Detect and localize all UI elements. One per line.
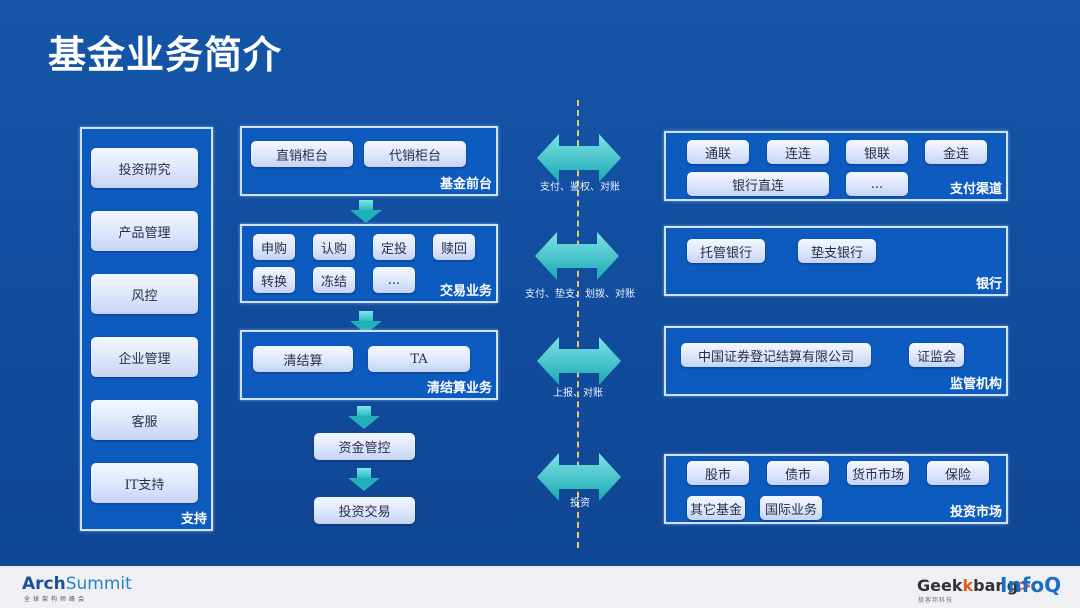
- payment-channel-item[interactable]: 银联: [846, 140, 908, 164]
- support-item[interactable]: 企业管理: [91, 337, 198, 377]
- logo-text: Summit: [65, 574, 132, 594]
- banks-label: 银行: [975, 277, 1002, 292]
- trading-item[interactable]: 认购: [313, 234, 355, 260]
- trading-item[interactable]: 赎回: [433, 234, 475, 260]
- regulators-label: 监管机构: [949, 377, 1002, 392]
- clearing-item[interactable]: TA: [368, 346, 470, 372]
- bidirectional-arrow-icon: [537, 134, 621, 182]
- market-item[interactable]: 股市: [687, 461, 749, 485]
- banks-panel: 托管银行 垫支银行 银行: [664, 226, 1008, 296]
- investment-market-label: 投资市场: [949, 505, 1002, 520]
- payment-channel-item[interactable]: 银行直连: [687, 172, 829, 196]
- slide: 基金业务简介 投资研究 产品管理 风控 企业管理 客服 IT支持 支持 直销柜台…: [0, 0, 1080, 566]
- support-item[interactable]: 风控: [91, 274, 198, 314]
- logo-text: Arch: [22, 574, 66, 594]
- payment-channel-item[interactable]: 金连: [925, 140, 987, 164]
- trading-item[interactable]: 申购: [253, 234, 295, 260]
- down-arrow-icon: [348, 468, 380, 492]
- regulators-panel: 中国证券登记结算有限公司 证监会 监管机构: [664, 326, 1008, 396]
- connection-label: 支付、垫支、划拨、对账: [525, 289, 635, 300]
- bidirectional-arrow-icon: [535, 232, 619, 280]
- connection-label: 支付、鉴权、对账: [540, 182, 620, 193]
- connection-label: 上报、对账: [553, 388, 603, 399]
- front-office-panel: 直销柜台 代销柜台 基金前台: [240, 126, 498, 196]
- down-arrow-icon: [348, 406, 380, 430]
- regulator-item[interactable]: 中国证券登记结算有限公司: [681, 343, 871, 367]
- payment-channels-panel: 通联 连连 银联 金连 银行直连 ... 支付渠道: [664, 131, 1008, 201]
- clearing-item[interactable]: 清结算: [253, 346, 353, 372]
- geekbang-subtitle: 极客邦科技: [918, 597, 954, 604]
- market-item[interactable]: 国际业务: [760, 496, 822, 520]
- front-office-label: 基金前台: [439, 177, 492, 192]
- trading-panel: 申购 认购 定投 赎回 转换 冻结 ... 交易业务: [240, 224, 498, 303]
- page-title: 基金业务简介: [48, 33, 283, 77]
- investment-market-panel: 股市 债市 货币市场 保险 其它基金 国际业务 投资市场: [664, 454, 1008, 524]
- bank-item[interactable]: 托管银行: [687, 239, 765, 263]
- market-item[interactable]: 货币市场: [847, 461, 909, 485]
- footer: ArchSummit 全球架构师峰会 Geekkbang>. 极客邦科技 Inf…: [0, 566, 1080, 608]
- support-panel: 投资研究 产品管理 风控 企业管理 客服 IT支持 支持: [80, 127, 213, 531]
- market-item[interactable]: 债市: [767, 461, 829, 485]
- support-item[interactable]: 产品管理: [91, 211, 198, 251]
- trading-item[interactable]: 冻结: [313, 267, 355, 293]
- fund-control-button[interactable]: 资金管控: [314, 433, 415, 460]
- payment-channel-item-more[interactable]: ...: [846, 172, 908, 196]
- connection-label: 投资: [570, 498, 590, 509]
- front-item[interactable]: 代销柜台: [364, 141, 466, 167]
- payment-channel-item[interactable]: 通联: [687, 140, 749, 164]
- payment-channel-item[interactable]: 连连: [767, 140, 829, 164]
- support-label: 支持: [180, 512, 207, 527]
- trading-label: 交易业务: [439, 284, 492, 299]
- trading-item[interactable]: 转换: [253, 267, 295, 293]
- trading-item-more[interactable]: ...: [373, 267, 415, 293]
- regulator-item[interactable]: 证监会: [909, 343, 964, 367]
- market-item[interactable]: 保险: [927, 461, 989, 485]
- front-item[interactable]: 直销柜台: [251, 141, 353, 167]
- support-item[interactable]: 投资研究: [91, 148, 198, 188]
- clearing-label: 清结算业务: [426, 381, 492, 396]
- bank-item[interactable]: 垫支银行: [798, 239, 876, 263]
- trading-item[interactable]: 定投: [373, 234, 415, 260]
- logo-text: Geek: [917, 576, 963, 595]
- support-item[interactable]: IT支持: [91, 463, 198, 503]
- payment-channels-label: 支付渠道: [949, 182, 1002, 197]
- investment-trading-button[interactable]: 投资交易: [314, 497, 415, 524]
- bidirectional-arrow-icon: [537, 337, 621, 385]
- clearing-panel: 清结算 TA 清结算业务: [240, 330, 498, 400]
- market-item[interactable]: 其它基金: [687, 496, 745, 520]
- archsummit-subtitle: 全球架构师峰会: [24, 596, 88, 603]
- archsummit-logo: ArchSummit: [22, 574, 132, 594]
- support-item[interactable]: 客服: [91, 400, 198, 440]
- infoq-logo: InfoQ: [1000, 573, 1062, 597]
- down-arrow-icon: [350, 200, 382, 224]
